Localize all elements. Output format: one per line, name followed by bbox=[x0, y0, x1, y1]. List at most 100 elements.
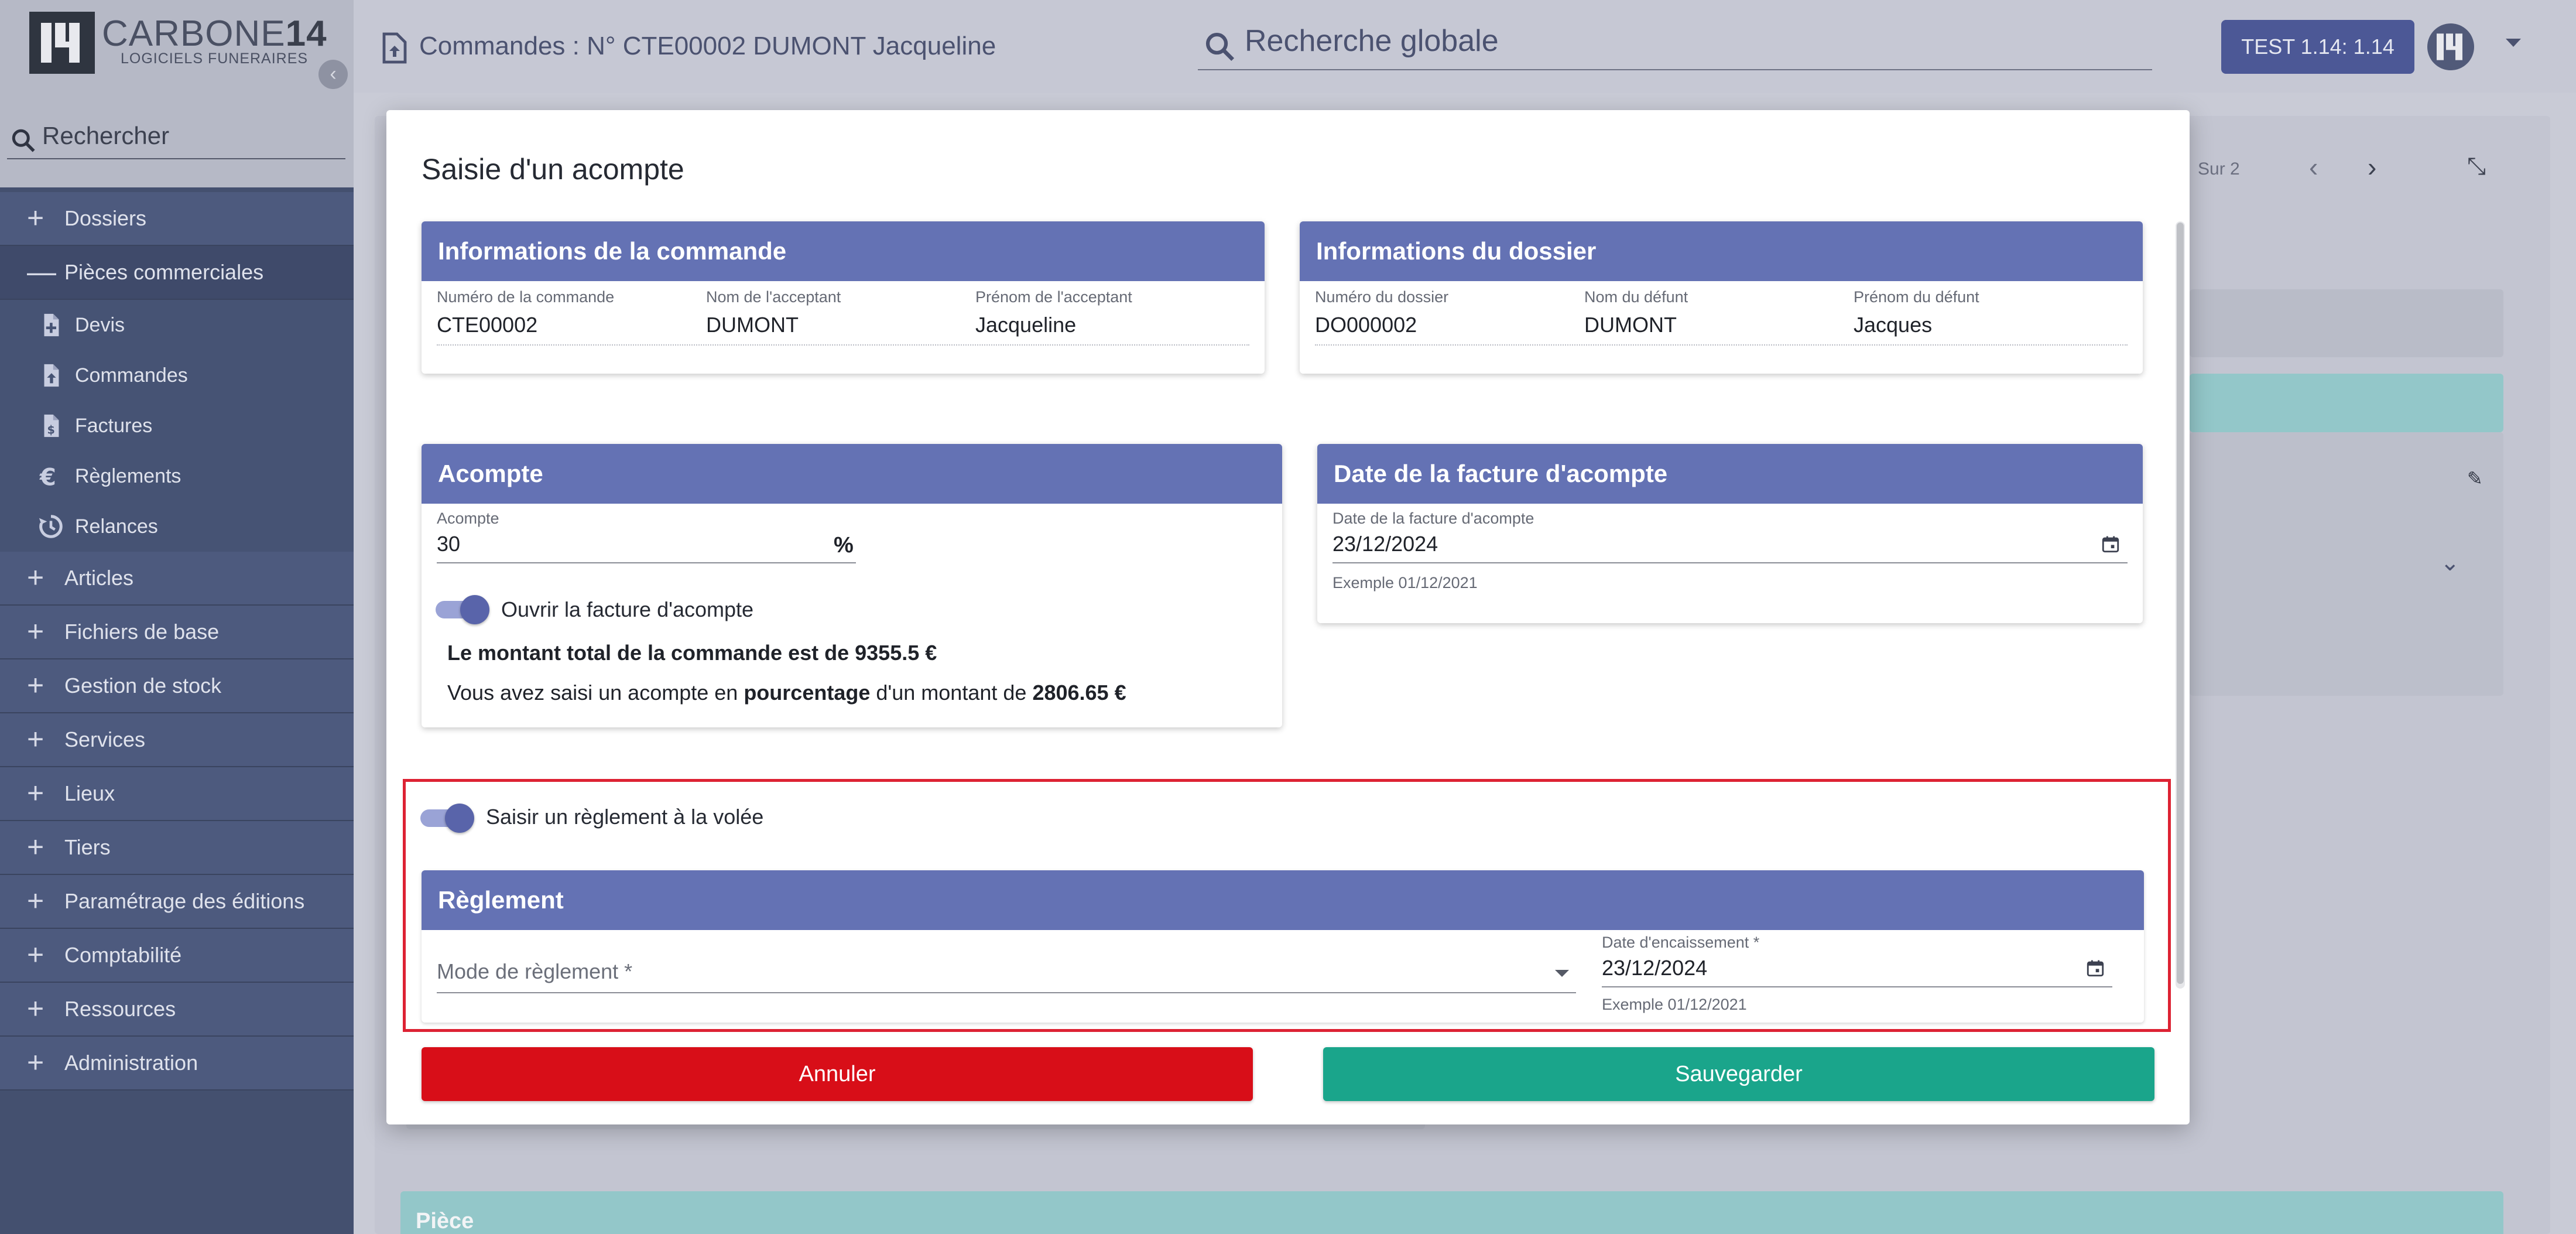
acceptant-lastname-value: DUMONT bbox=[706, 313, 799, 337]
invoice-date-input[interactable]: 23/12/2024 bbox=[1332, 526, 2128, 565]
top-bar: Commandes : N° CTE00002 DUMONT Jacquelin… bbox=[354, 0, 2576, 93]
doc-dollar-icon: $ bbox=[44, 414, 59, 437]
sidebar-item-tiers[interactable]: + Tiers bbox=[0, 821, 354, 875]
sidebar-subitem-label: Commandes bbox=[75, 364, 188, 387]
edit-icon[interactable]: ✎ bbox=[2467, 467, 2483, 490]
plus-icon: + bbox=[27, 938, 44, 971]
plus-icon: + bbox=[27, 669, 44, 702]
doc-upload-icon bbox=[44, 364, 59, 387]
user-avatar[interactable] bbox=[2427, 23, 2474, 70]
acceptant-lastname-label: Nom de l'acceptant bbox=[706, 288, 841, 306]
global-search-input[interactable]: Recherche globale bbox=[1198, 16, 2152, 70]
sidebar-item-lieux[interactable]: + Lieux bbox=[0, 767, 354, 821]
payment-mode-placeholder: Mode de règlement * bbox=[437, 959, 633, 983]
divider bbox=[1315, 344, 2128, 346]
chevron-left-icon[interactable]: ‹ bbox=[2309, 151, 2318, 183]
order-number-value: CTE00002 bbox=[437, 313, 538, 337]
sidebar-item-dossiers[interactable]: + Dossiers bbox=[0, 192, 354, 246]
sidebar-item-label: Fichiers de base bbox=[64, 620, 220, 644]
open-deposit-invoice-label: Ouvrir la facture d'acompte bbox=[501, 597, 754, 621]
invoice-date-header: Date de la facture d'acompte bbox=[1317, 444, 2143, 504]
payment-date-hint: Exemple 01/12/2021 bbox=[1602, 996, 1747, 1013]
svg-text:$: $ bbox=[47, 423, 54, 436]
doc-upload-icon bbox=[382, 32, 407, 64]
input-underline bbox=[437, 992, 1576, 993]
sidebar-subitem-relances[interactable]: Relances bbox=[0, 501, 354, 552]
deposit-summary-text: Vous avez saisi un acompte en pourcentag… bbox=[447, 681, 1126, 705]
sidebar-item-pieces-commerciales[interactable]: — Pièces commerciales bbox=[0, 246, 354, 300]
collapse-sidebar-button[interactable]: ‹ bbox=[318, 60, 348, 89]
payment-header: Règlement bbox=[422, 870, 2144, 930]
divider bbox=[437, 344, 1249, 346]
acceptant-firstname-label: Prénom de l'acceptant bbox=[975, 288, 1132, 306]
scrollbar-thumb[interactable] bbox=[2177, 223, 2184, 984]
plus-icon: + bbox=[27, 830, 44, 863]
order-total-text: Le montant total de la commande est de 9… bbox=[447, 641, 937, 665]
sidebar-item-label: Dossiers bbox=[64, 206, 147, 230]
sidebar-item-services[interactable]: + Services bbox=[0, 713, 354, 767]
toggle-knob bbox=[445, 804, 474, 833]
open-deposit-invoice-toggle[interactable] bbox=[436, 595, 489, 624]
order-number-label: Numéro de la commande bbox=[437, 288, 615, 306]
sidebar-subitem-reglements[interactable]: € Règlements bbox=[0, 451, 354, 501]
brand-name: CARBONE14 bbox=[102, 13, 327, 54]
sidebar-item-articles[interactable]: + Articles bbox=[0, 552, 354, 606]
percent-icon[interactable]: % bbox=[834, 533, 854, 558]
environment-badge[interactable]: TEST 1.14: 1.14 bbox=[2221, 20, 2414, 74]
sidebar-subitem-commandes[interactable]: Commandes bbox=[0, 350, 354, 401]
sidebar-search-placeholder: Rechercher bbox=[42, 122, 170, 149]
doc-plus-icon bbox=[44, 313, 59, 337]
sidebar-item-ressources[interactable]: + Ressources bbox=[0, 983, 354, 1037]
file-number-label: Numéro du dossier bbox=[1315, 288, 1449, 306]
dropdown-arrow-icon[interactable] bbox=[1555, 970, 1569, 977]
chevron-down-icon[interactable]: ⌄ bbox=[2440, 549, 2460, 576]
carbone-logo-icon bbox=[2437, 33, 2462, 60]
file-info-header: Informations du dossier bbox=[1300, 221, 2143, 281]
sidebar-item-fichiers-de-base[interactable]: + Fichiers de base bbox=[0, 606, 354, 659]
sidebar-subitem-label: Factures bbox=[75, 415, 153, 437]
svg-text:€: € bbox=[39, 464, 56, 490]
payment-mode-select[interactable]: Mode de règlement * bbox=[437, 946, 1576, 993]
deceased-lastname-value: DUMONT bbox=[1584, 313, 1677, 337]
deceased-firstname-label: Prénom du défunt bbox=[1854, 288, 1979, 306]
invoice-date-label: Date de la facture d'acompte bbox=[1332, 510, 1534, 527]
payment-date-input[interactable]: 23/12/2024 bbox=[1602, 950, 2112, 989]
modal-title: Saisie d'un acompte bbox=[422, 153, 684, 186]
sidebar-item-label: Gestion de stock bbox=[64, 674, 222, 698]
background-piece-label: Pièce bbox=[416, 1209, 474, 1233]
search-icon bbox=[1205, 32, 1235, 61]
cancel-button[interactable]: Annuler bbox=[422, 1047, 1253, 1101]
collapse-icon[interactable]: ⤡ bbox=[2467, 153, 2486, 180]
modal-scrollbar[interactable] bbox=[2176, 221, 2185, 989]
sidebar-search-input[interactable]: Rechercher bbox=[7, 117, 345, 159]
save-button[interactable]: Sauvegarder bbox=[1323, 1047, 2154, 1101]
sidebar-subitem-devis[interactable]: Devis bbox=[0, 300, 354, 350]
calendar-icon[interactable] bbox=[2085, 958, 2105, 978]
sidebar-item-label: Articles bbox=[64, 566, 134, 590]
sidebar-item-comptabilite[interactable]: + Comptabilité bbox=[0, 929, 354, 983]
payment-date-value: 23/12/2024 bbox=[1602, 956, 1708, 980]
plus-icon: + bbox=[27, 201, 44, 234]
sidebar-subitem-factures[interactable]: $ Factures bbox=[0, 401, 354, 451]
carbone-logo-icon[interactable] bbox=[29, 12, 95, 74]
deposit-input[interactable]: 30 % bbox=[437, 526, 856, 565]
chevron-down-icon[interactable] bbox=[2506, 39, 2521, 47]
invoice-date-value: 23/12/2024 bbox=[1332, 532, 1438, 556]
sidebar-item-gestion-de-stock[interactable]: + Gestion de stock bbox=[0, 659, 354, 713]
plus-icon: + bbox=[27, 615, 44, 648]
sidebar-subitem-label: Devis bbox=[75, 314, 125, 336]
sidebar-item-label: Pièces commerciales bbox=[64, 260, 264, 284]
order-info-header: Informations de la commande bbox=[422, 221, 1265, 281]
chevron-right-icon[interactable]: › bbox=[2368, 151, 2376, 183]
plus-icon: + bbox=[27, 1046, 44, 1079]
quick-payment-toggle[interactable] bbox=[420, 804, 474, 833]
page-title: Commandes : N° CTE00002 DUMONT Jacquelin… bbox=[419, 32, 996, 60]
plus-icon: + bbox=[27, 884, 44, 917]
global-search-placeholder: Recherche globale bbox=[1245, 24, 1499, 58]
euro-icon: € bbox=[39, 464, 56, 490]
file-number-value: DO000002 bbox=[1315, 313, 1417, 337]
calendar-icon[interactable] bbox=[2101, 534, 2121, 554]
sidebar-item-parametrage-des-editions[interactable]: + Paramétrage des éditions bbox=[0, 875, 354, 929]
background-teal-header bbox=[2190, 374, 2503, 432]
sidebar-item-administration[interactable]: + Administration bbox=[0, 1037, 354, 1091]
